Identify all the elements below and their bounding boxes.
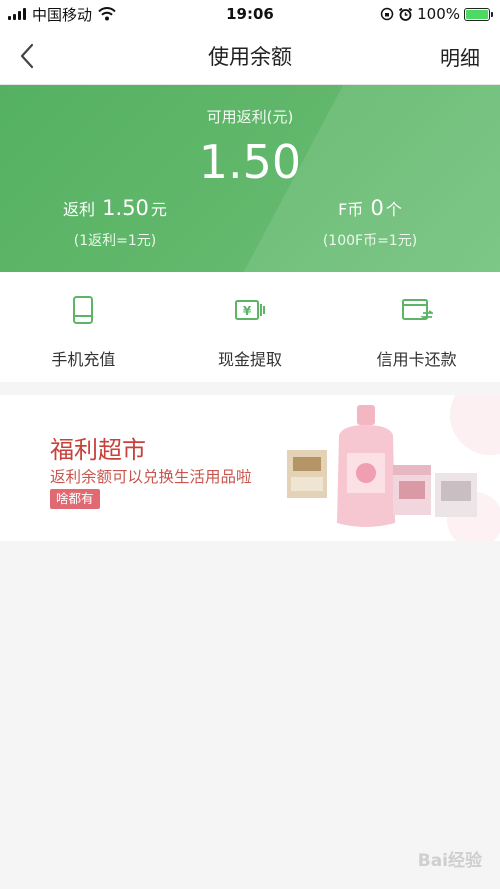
- products-image: [287, 395, 500, 541]
- welfare-market-banner[interactable]: 福利超市 返利余额可以兑换生活用品啦 啥都有: [0, 395, 500, 541]
- status-left: 中国移动: [8, 4, 116, 25]
- rebate-unit: 元: [150, 200, 167, 219]
- available-rebate-label: 可用返利(元): [206, 108, 294, 126]
- fcoin-value: 0: [370, 196, 384, 220]
- action-cash-withdraw[interactable]: ¥ 现金提取: [167, 272, 334, 382]
- page-title: 使用余额: [208, 45, 292, 69]
- rebate-value: 1.50: [102, 196, 149, 220]
- orientation-lock-icon: [380, 7, 394, 21]
- fcoin-column: F币 0个 (100F币=1元): [270, 196, 470, 250]
- phone-icon: [73, 296, 94, 324]
- svg-text:¥: ¥: [243, 304, 252, 318]
- wifi-icon: [98, 7, 116, 21]
- banner-title: 福利超市: [50, 436, 146, 464]
- banner-tag: 啥都有: [50, 489, 100, 509]
- available-rebate-amount: 1.50: [198, 135, 302, 189]
- alarm-icon: [399, 7, 413, 21]
- watermark-text: Bai经验: [417, 851, 482, 871]
- banner-subtitle: 返利余额可以兑换生活用品啦: [50, 468, 252, 486]
- action-credit-card-repay[interactable]: 信用卡还款: [333, 272, 500, 382]
- back-button[interactable]: [16, 42, 40, 70]
- battery-icon: [464, 7, 493, 21]
- chevron-left-icon: [20, 43, 34, 69]
- rebate-column: 返利 1.50 元 (1返利=1元): [15, 196, 215, 250]
- status-right: 100%: [380, 5, 493, 23]
- status-bar: 中国移动 19:06 100%: [0, 0, 500, 28]
- action-cash-withdraw-label: 现金提取: [218, 350, 283, 369]
- action-credit-card-repay-label: 信用卡还款: [376, 350, 457, 369]
- fcoin-rate: (100F币=1元): [322, 233, 418, 249]
- rebate-label: 返利: [63, 200, 96, 219]
- credit-card-icon: [401, 299, 433, 320]
- balance-card: 可用返利(元) 1.50 返利 1.50 元 (1返利=1元) F币 0个 (10…: [0, 85, 500, 272]
- action-row: 手机充值 ¥ 现金提取 信用卡还款: [0, 272, 500, 382]
- signal-icon: [8, 8, 26, 20]
- cash-icon: ¥: [235, 300, 265, 320]
- rebate-rate: (1返利=1元): [73, 233, 157, 249]
- nav-bar: 使用余额 明细: [0, 28, 500, 85]
- action-phone-recharge[interactable]: 手机充值: [0, 272, 167, 382]
- fcoin-label: F币: [338, 200, 364, 219]
- action-phone-recharge-label: 手机充值: [51, 350, 116, 369]
- battery-percent: 100%: [417, 5, 460, 23]
- carrier-name: 中国移动: [32, 5, 93, 24]
- fcoin-unit: 个: [385, 200, 402, 219]
- detail-button[interactable]: 明细: [440, 42, 480, 71]
